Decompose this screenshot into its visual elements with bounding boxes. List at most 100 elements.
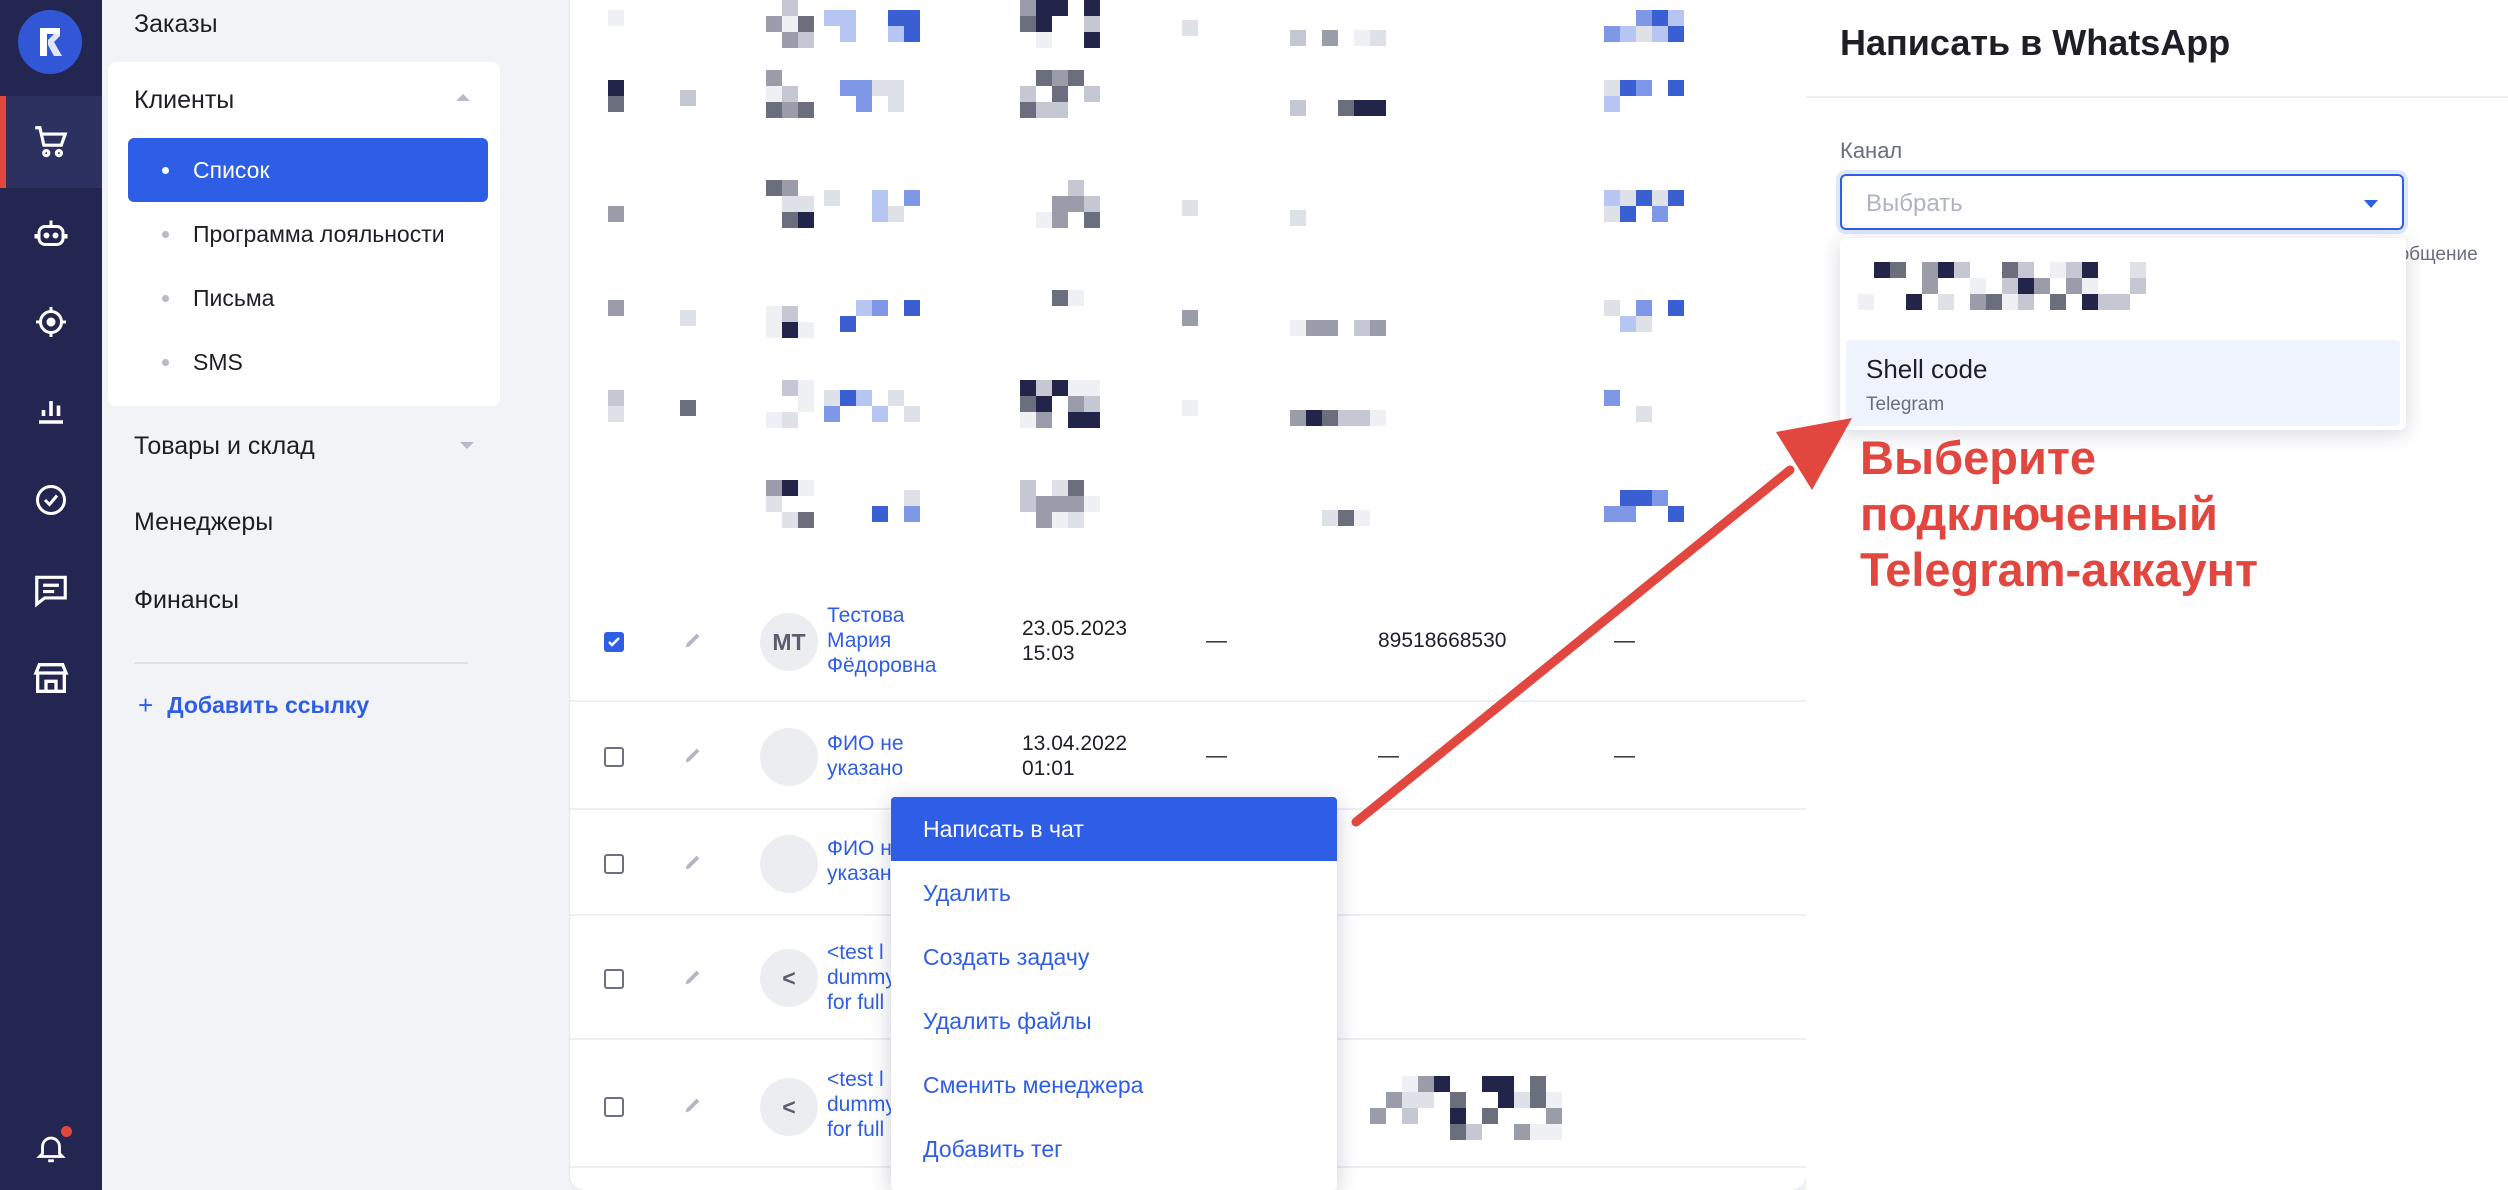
redacted-pixel <box>766 102 782 118</box>
avatar: МТ <box>760 613 818 671</box>
avatar <box>760 835 818 893</box>
chart-icon[interactable] <box>31 390 71 430</box>
add-link-button[interactable]: + Добавить ссылку <box>138 690 369 721</box>
redacted-pixel <box>782 412 798 428</box>
redacted-pixel <box>2002 262 2018 278</box>
redacted-pixel <box>766 496 782 512</box>
chat-icon[interactable] <box>31 570 71 610</box>
channel-option-redacted[interactable] <box>1840 238 2406 338</box>
menu-item-change-manager[interactable]: Сменить менеджера <box>891 1053 1337 1117</box>
edit-pencil-icon[interactable] <box>682 851 704 873</box>
sidebar-item-managers[interactable]: Менеджеры <box>134 508 273 537</box>
menu-item-write-chat[interactable]: Написать в чат <box>891 797 1337 861</box>
redacted-pixel <box>1036 32 1052 48</box>
redacted-pixel <box>1370 1108 1386 1124</box>
redacted-pixel <box>1604 300 1620 316</box>
logo-icon[interactable] <box>18 10 82 74</box>
sidebar-subitem-sms[interactable]: SMS <box>128 330 488 394</box>
redacted-pixel <box>856 96 872 112</box>
redacted-pixel <box>798 212 814 228</box>
redacted-pixel <box>840 80 856 96</box>
redacted-pixel <box>608 206 624 222</box>
redacted-pixel <box>608 390 624 406</box>
redacted-pixel <box>766 86 782 102</box>
target-icon[interactable] <box>31 302 71 342</box>
channel-option[interactable]: Shell code Telegram <box>1846 340 2400 426</box>
sidebar-item-clients[interactable]: Клиенты <box>134 86 234 115</box>
redacted-pixel <box>1874 262 1890 278</box>
redacted-pixel <box>1084 396 1100 412</box>
chevron-down-icon[interactable] <box>460 442 474 449</box>
redacted-pixel <box>1498 1076 1514 1092</box>
redacted-pixel <box>1084 16 1100 32</box>
redacted-pixel <box>1668 26 1684 42</box>
redacted-pixel <box>904 506 920 522</box>
redacted-pixel <box>1020 480 1036 496</box>
redacted-pixel <box>798 16 814 32</box>
row-checkbox[interactable] <box>604 854 624 874</box>
sidebar-subitem-list[interactable]: Список <box>128 138 488 202</box>
redacted-pixel <box>1068 480 1084 496</box>
redacted-pixel <box>1036 212 1052 228</box>
redacted-pixel <box>782 0 798 16</box>
redacted-pixel <box>1020 412 1036 428</box>
redacted-pixel <box>1052 196 1068 212</box>
sidebar-subitem-letters[interactable]: Письма <box>128 266 488 330</box>
client-name-link[interactable]: ФИО не указано <box>827 731 957 781</box>
sidebar-item-goods[interactable]: Товары и склад <box>134 432 315 461</box>
redacted-pixel <box>1338 410 1354 426</box>
sidebar-item-finance[interactable]: Финансы <box>134 586 239 615</box>
redacted-pixel <box>782 102 798 118</box>
bot-icon[interactable] <box>31 214 71 254</box>
redacted-pixel <box>1604 506 1620 522</box>
redacted-pixel <box>888 10 904 26</box>
channel-select[interactable]: Выбрать <box>1840 174 2404 230</box>
redacted-pixel <box>1418 1076 1434 1092</box>
redacted-pixel <box>2082 294 2098 310</box>
redacted-pixel <box>782 32 798 48</box>
redacted-pixel <box>766 70 782 86</box>
redacted-pixel <box>1530 1076 1546 1092</box>
redacted-pixel <box>1052 0 1068 16</box>
redacted-pixel <box>1636 490 1652 506</box>
row-checkbox[interactable] <box>604 632 624 652</box>
row-checkbox[interactable] <box>604 747 624 767</box>
redacted-pixel <box>1036 396 1052 412</box>
redacted-pixel <box>1052 70 1068 86</box>
redacted-pixel <box>766 322 782 338</box>
redacted-pixel <box>782 86 798 102</box>
redacted-pixel <box>1068 290 1084 306</box>
client-name-link[interactable]: Тестова Мария Фёдоровна <box>827 603 957 678</box>
sidebar-item-orders[interactable]: Заказы <box>134 10 218 39</box>
add-link-label: Добавить ссылку <box>167 692 370 718</box>
redacted-pixel <box>766 180 782 196</box>
edit-pencil-icon[interactable] <box>682 629 704 651</box>
row-checkbox[interactable] <box>604 969 624 989</box>
sidebar-subitem-loyalty[interactable]: Программа лояльности <box>128 202 488 266</box>
redacted-pixel <box>1020 0 1036 16</box>
edit-pencil-icon[interactable] <box>682 744 704 766</box>
cart-icon[interactable] <box>31 122 71 162</box>
menu-item-add-tag[interactable]: Добавить тег <box>891 1117 1337 1181</box>
menu-item-create-task[interactable]: Создать задачу <box>891 925 1337 989</box>
redacted-pixel <box>2018 262 2034 278</box>
row-checkbox[interactable] <box>604 1097 624 1117</box>
edit-pencil-icon[interactable] <box>682 966 704 988</box>
redacted-pixel <box>1036 0 1052 16</box>
redacted-pixel <box>1986 294 2002 310</box>
chevron-up-icon[interactable] <box>456 94 470 101</box>
bullet-icon <box>162 294 169 302</box>
caret-down-icon <box>2364 200 2378 208</box>
menu-item-delete-files[interactable]: Удалить файлы <box>891 989 1337 1053</box>
redacted-pixel <box>1182 310 1198 326</box>
redacted-pixel <box>608 300 624 316</box>
store-icon[interactable] <box>31 658 71 698</box>
redacted-pixel <box>1084 380 1100 396</box>
edit-pencil-icon[interactable] <box>682 1094 704 1116</box>
menu-item-delete[interactable]: Удалить <box>891 861 1337 925</box>
redacted-pixel <box>1530 1124 1546 1140</box>
redacted-pixel <box>782 212 798 228</box>
redacted-pixel <box>1370 30 1386 46</box>
redacted-pixel <box>2066 278 2082 294</box>
check-circle-icon[interactable] <box>31 480 71 520</box>
